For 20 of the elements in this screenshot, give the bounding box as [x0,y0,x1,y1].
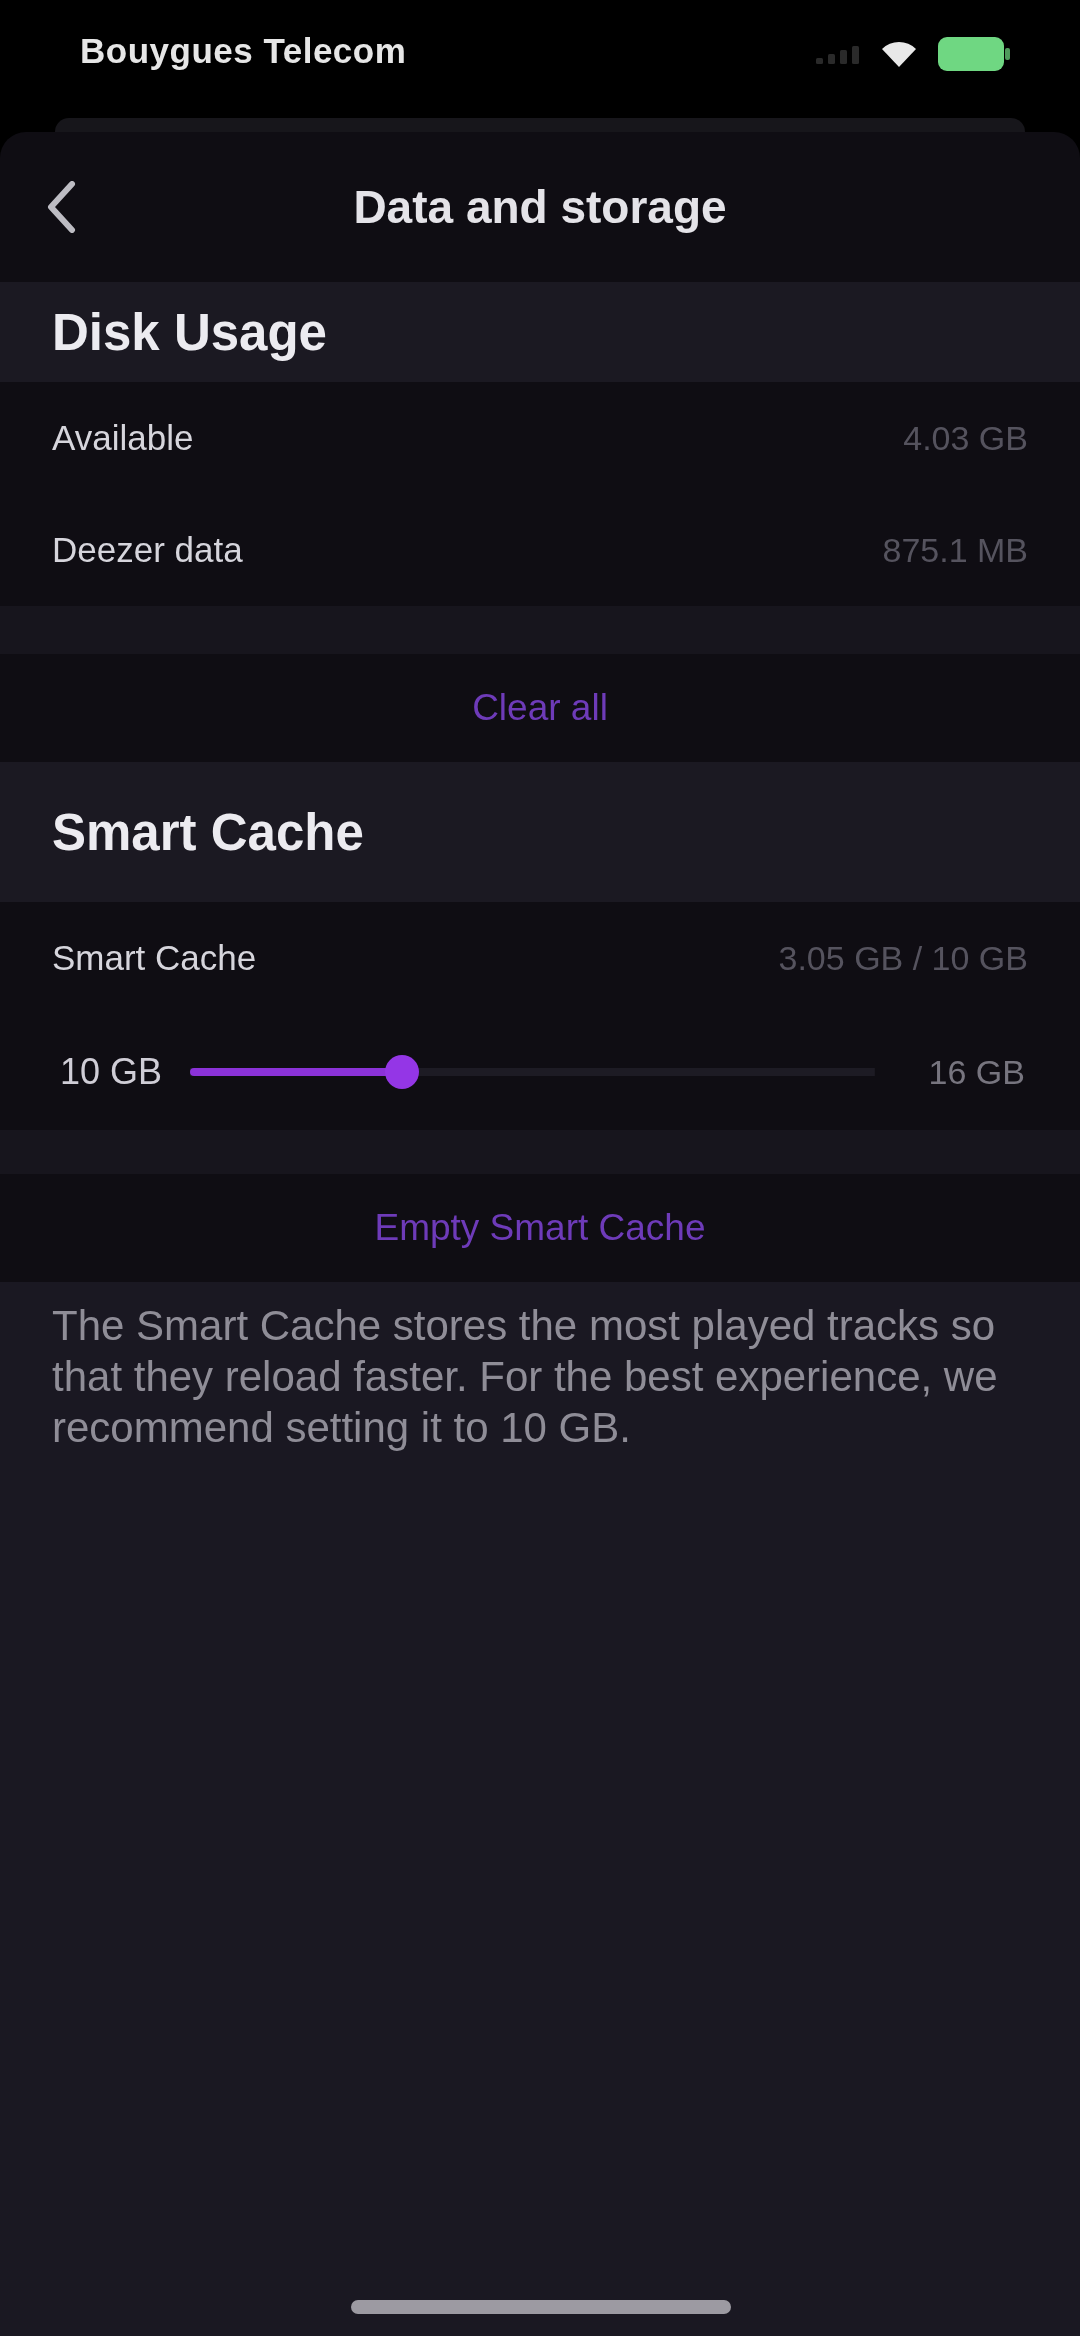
wifi-icon [882,41,916,67]
screen-title: Data and storage [353,180,727,234]
slider-thumb[interactable] [385,1055,420,1089]
row-value: 4.03 GB [903,418,1028,458]
slider-min-label: 10 GB [60,1051,163,1093]
battery-icon [938,37,1010,71]
action-link[interactable]: Empty Smart Cache [374,1207,706,1249]
row-label: Deezer data [52,530,243,570]
carrier-name: Bouygues Telecom [80,31,407,71]
back-chevron-icon [46,181,76,233]
row-label: Available [52,418,194,458]
row-value: 3.05 GB / 10 GB [778,938,1028,978]
row-label: Smart Cache [52,938,257,978]
row-value: 875.1 MB [882,530,1028,570]
action-link[interactable]: Clear all [472,687,608,729]
footnote-text: The Smart Cache stores the most played tracks so that they reload faster. For the best experience, we recommend setting it to 10 GB. [52,1301,999,1453]
slider-max-label: 16 GB [928,1052,1025,1092]
section-title: Disk Usage [52,302,327,362]
signal-icon [816,44,860,64]
section-title: Smart Cache [52,802,364,862]
